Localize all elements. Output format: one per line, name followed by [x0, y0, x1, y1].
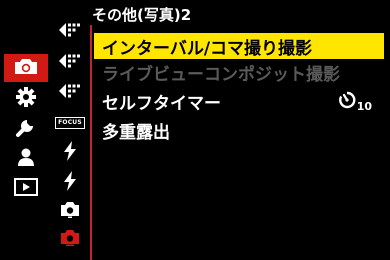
camera-icon [13, 56, 39, 80]
playback-icon [14, 178, 38, 200]
sub-tab-image-quality-1[interactable] [56, 20, 84, 44]
sub-tab-column: FOCUS [50, 20, 90, 260]
flash-icon [63, 141, 77, 165]
sub-tab-flash-2[interactable] [56, 171, 84, 195]
menu-item-live-composite[interactable]: ライブビューコンポジット撮影 [94, 59, 384, 85]
main-menu-playback-tab[interactable] [5, 176, 47, 202]
menu-item-self-timer[interactable]: セルフタイマー 10 [94, 88, 384, 114]
self-timer-icon [338, 91, 356, 113]
sub-tab-focus[interactable]: FOCUS [55, 111, 85, 135]
menu-item-label: 多重露出 [102, 122, 170, 143]
sub-tab-flash-1[interactable] [56, 141, 84, 165]
menu-item-interval-timelapse[interactable]: インターバル/コマ撮り撮影 [94, 33, 384, 59]
main-menu-setup-tab[interactable] [5, 116, 47, 142]
image-quality-icon [58, 83, 82, 103]
image-quality-icon [58, 53, 82, 73]
sub-tab-image-quality-3[interactable] [56, 81, 84, 105]
menu-item-label: セルフタイマー [102, 93, 221, 114]
menu-item-multiple-exposure[interactable]: 多重露出 [94, 117, 384, 143]
menu-item-label: インターバル/コマ撮り撮影 [102, 38, 313, 59]
sub-tab-other-1[interactable] [56, 199, 84, 223]
main-menu-mymenu-tab[interactable] [5, 146, 47, 172]
focus-icon: FOCUS [55, 117, 85, 129]
main-menu-custom-tab[interactable] [5, 86, 47, 112]
menu-item-label: ライブビューコンポジット撮影 [102, 64, 340, 85]
flash-icon [63, 171, 77, 195]
main-menu-column [0, 0, 50, 260]
main-menu-photo-tab[interactable] [4, 54, 48, 82]
camera-small-icon [60, 200, 80, 222]
self-timer-seconds: 10 [356, 100, 372, 113]
sub-tab-image-quality-2[interactable] [56, 51, 84, 75]
camera-small-icon [60, 228, 80, 250]
wrench-icon [15, 116, 37, 142]
sub-tab-other-2[interactable] [56, 227, 84, 251]
self-timer-value: 10 [338, 91, 372, 113]
image-quality-icon [58, 22, 82, 42]
gear-icon [15, 86, 37, 112]
person-icon [16, 147, 36, 171]
menu-divider [90, 25, 92, 260]
page-title: その他(写真)2 [92, 6, 192, 24]
